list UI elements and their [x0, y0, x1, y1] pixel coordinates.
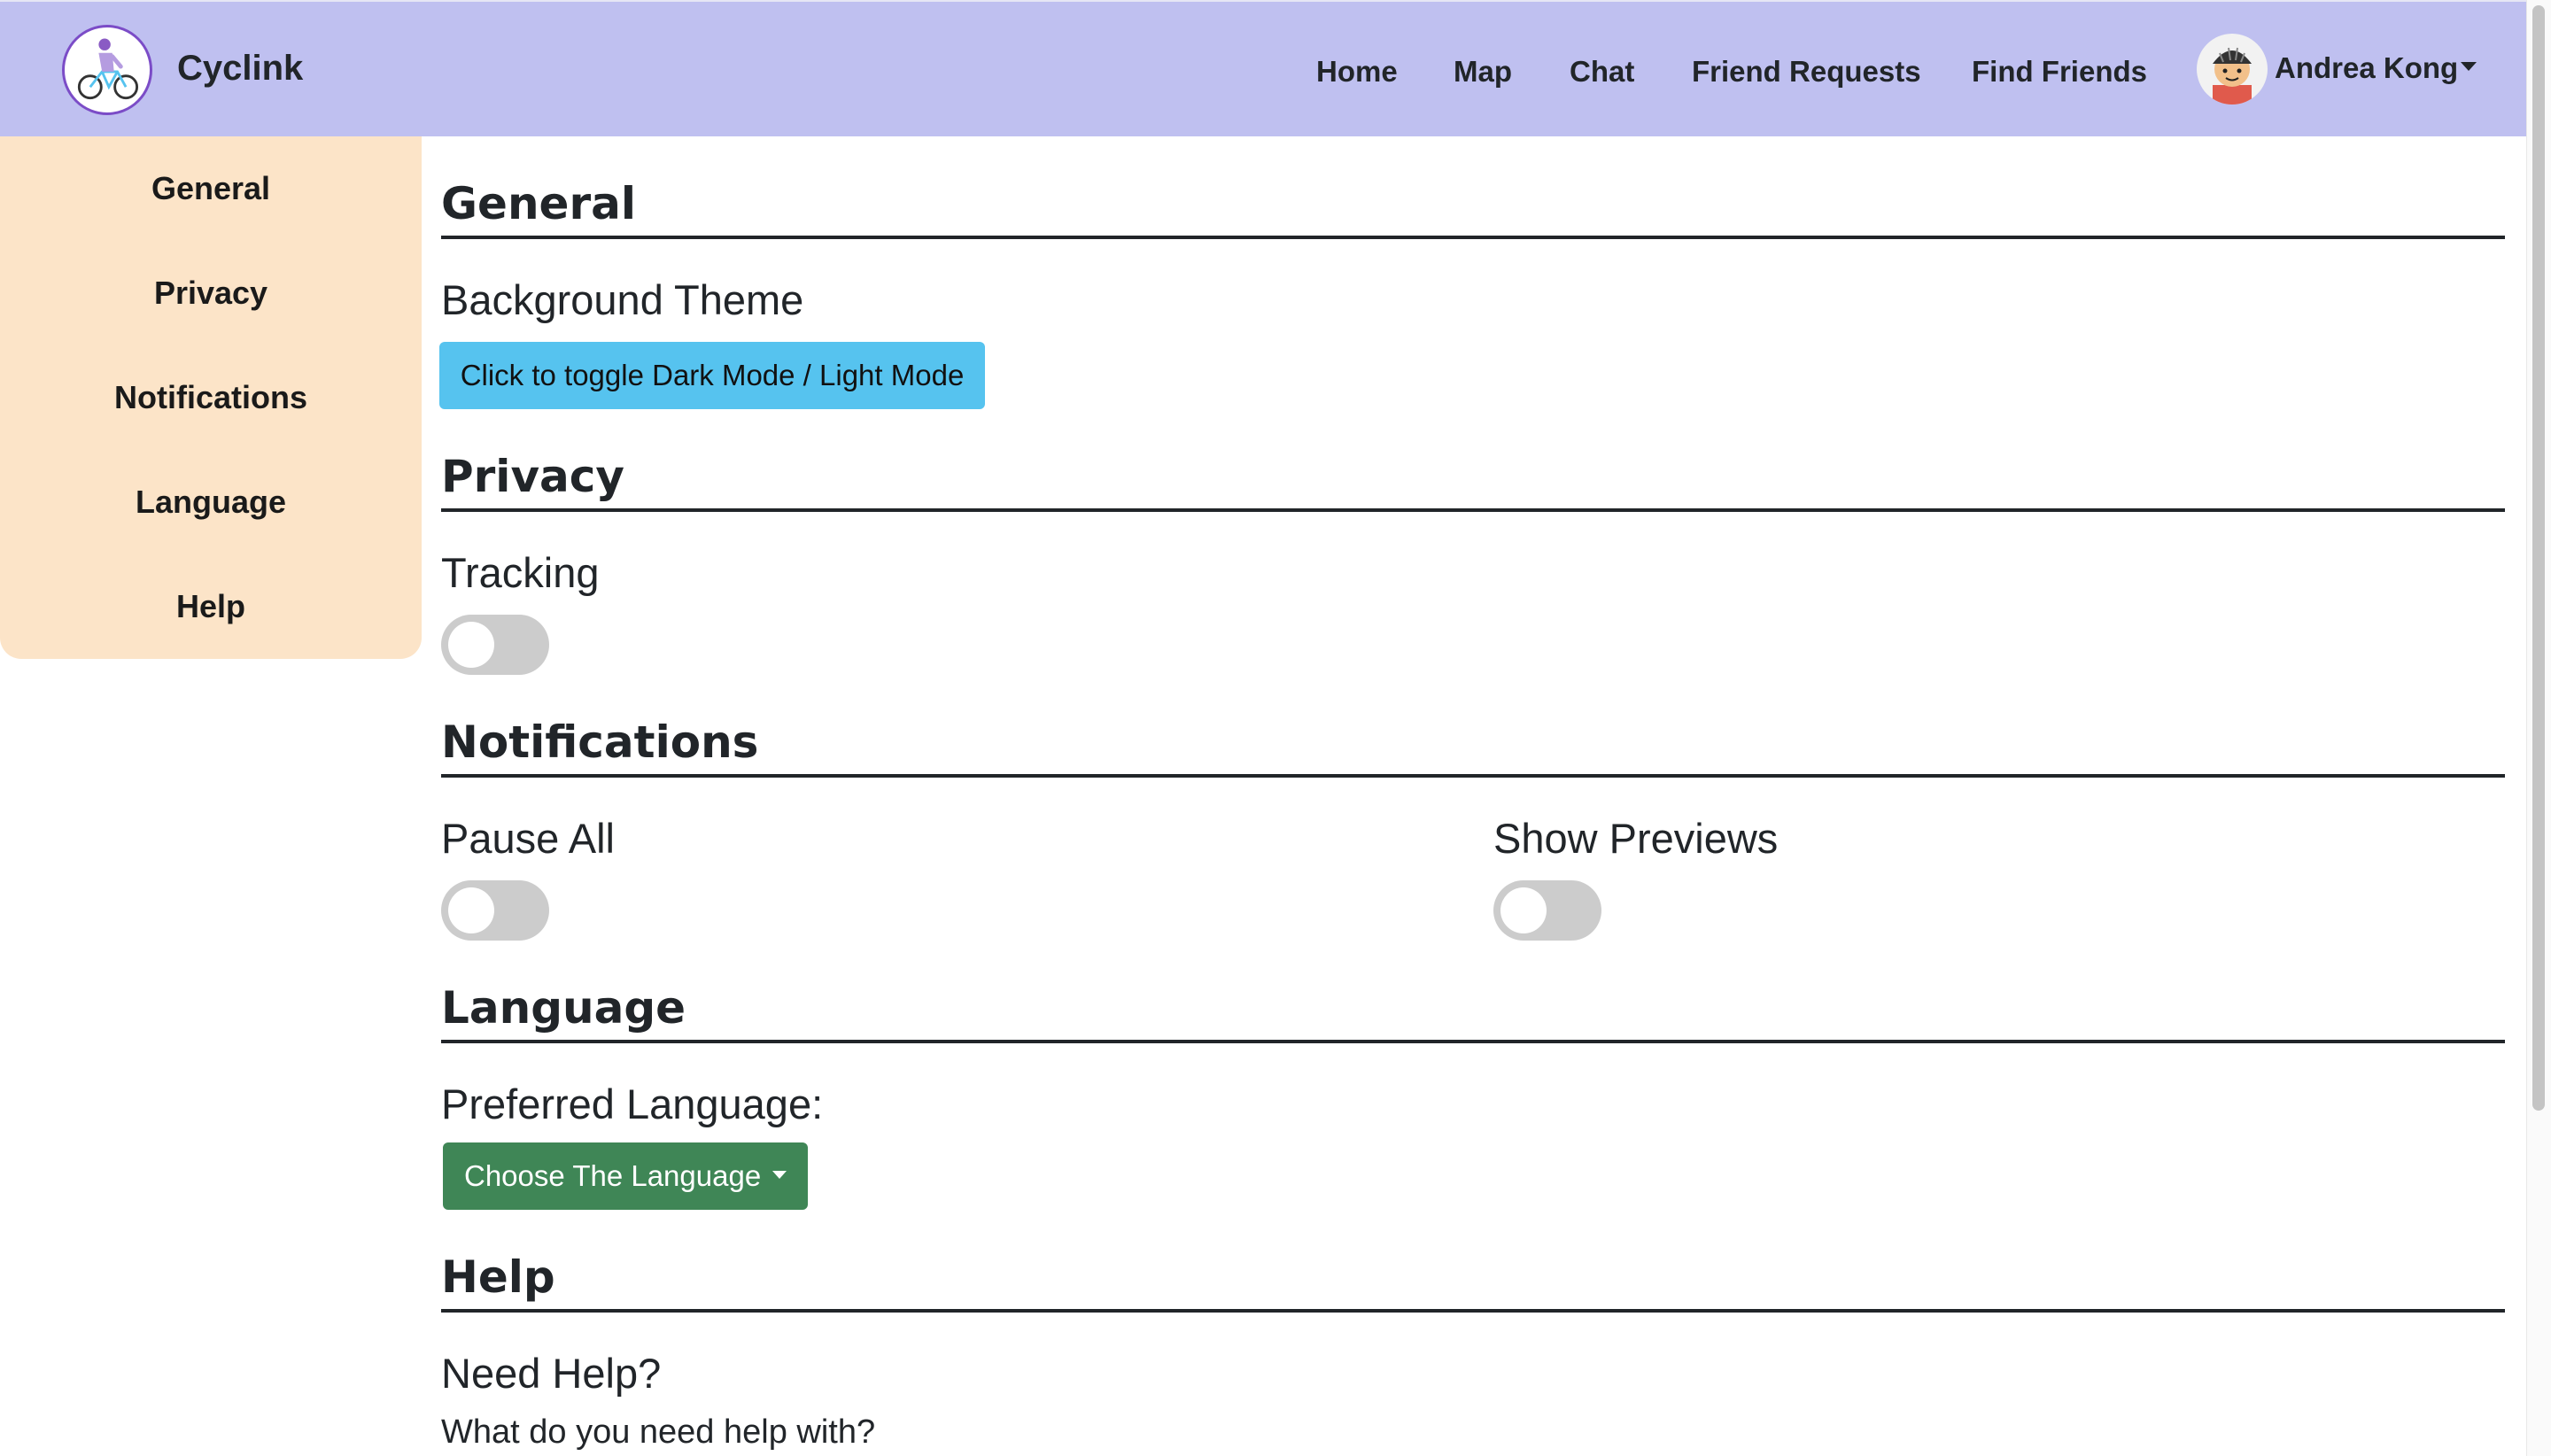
section-title-notifications: Notifications [441, 716, 759, 768]
choose-language-dropdown[interactable]: Choose The Language [443, 1142, 808, 1210]
toggle-dark-mode-button[interactable]: Click to toggle Dark Mode / Light Mode [439, 342, 985, 409]
sidebar-item-notifications[interactable]: Notifications [0, 376, 422, 420]
help-question-text: What do you need help with? [441, 1413, 876, 1451]
nav-map[interactable]: Map [1454, 50, 1512, 94]
section-divider [441, 508, 2505, 512]
sidebar-item-language[interactable]: Language [0, 480, 422, 524]
settings-sidebar: General Privacy Notifications Language H… [0, 136, 422, 659]
pause-all-toggle[interactable] [441, 880, 549, 941]
section-title-general: General [441, 178, 636, 229]
toggle-knob [448, 622, 494, 668]
section-divider [441, 236, 2505, 239]
show-previews-label: Show Previews [1493, 815, 1779, 862]
background-theme-label: Background Theme [441, 276, 804, 323]
nav-friend-requests[interactable]: Friend Requests [1692, 50, 1921, 94]
toggle-knob [448, 887, 494, 933]
top-navbar: Cyclink Home Map Chat Friend Requests Fi… [0, 0, 2526, 136]
sidebar-item-privacy[interactable]: Privacy [0, 271, 422, 315]
tracking-label: Tracking [441, 549, 600, 596]
section-title-privacy: Privacy [441, 451, 625, 502]
brand-name[interactable]: Cyclink [177, 46, 303, 90]
user-avatar[interactable] [2197, 34, 2268, 105]
section-divider [441, 774, 2505, 778]
tracking-toggle[interactable] [441, 615, 549, 675]
toggle-knob [1500, 887, 1547, 933]
user-menu-name[interactable]: Andrea Kong [2275, 46, 2458, 90]
section-title-help: Help [441, 1251, 555, 1303]
sidebar-item-general[interactable]: General [0, 167, 422, 211]
pause-all-label: Pause All [441, 815, 615, 862]
chevron-down-icon[interactable] [2461, 62, 2477, 71]
caret-down-icon [772, 1171, 787, 1179]
nav-chat[interactable]: Chat [1570, 50, 1634, 94]
section-title-language: Language [441, 982, 686, 1034]
section-divider [441, 1309, 2505, 1313]
cyclink-logo-icon[interactable] [62, 25, 152, 115]
choose-language-label: Choose The Language [464, 1159, 762, 1192]
scrollbar-thumb[interactable] [2532, 5, 2545, 1111]
nav-home[interactable]: Home [1316, 50, 1398, 94]
settings-page: Cyclink Home Map Chat Friend Requests Fi… [0, 0, 2551, 1456]
show-previews-toggle[interactable] [1493, 880, 1601, 941]
nav-find-friends[interactable]: Find Friends [1972, 50, 2147, 94]
sidebar-item-help[interactable]: Help [0, 585, 422, 629]
section-divider [441, 1040, 2505, 1043]
need-help-label: Need Help? [441, 1350, 662, 1397]
preferred-language-label: Preferred Language: [441, 1080, 824, 1127]
